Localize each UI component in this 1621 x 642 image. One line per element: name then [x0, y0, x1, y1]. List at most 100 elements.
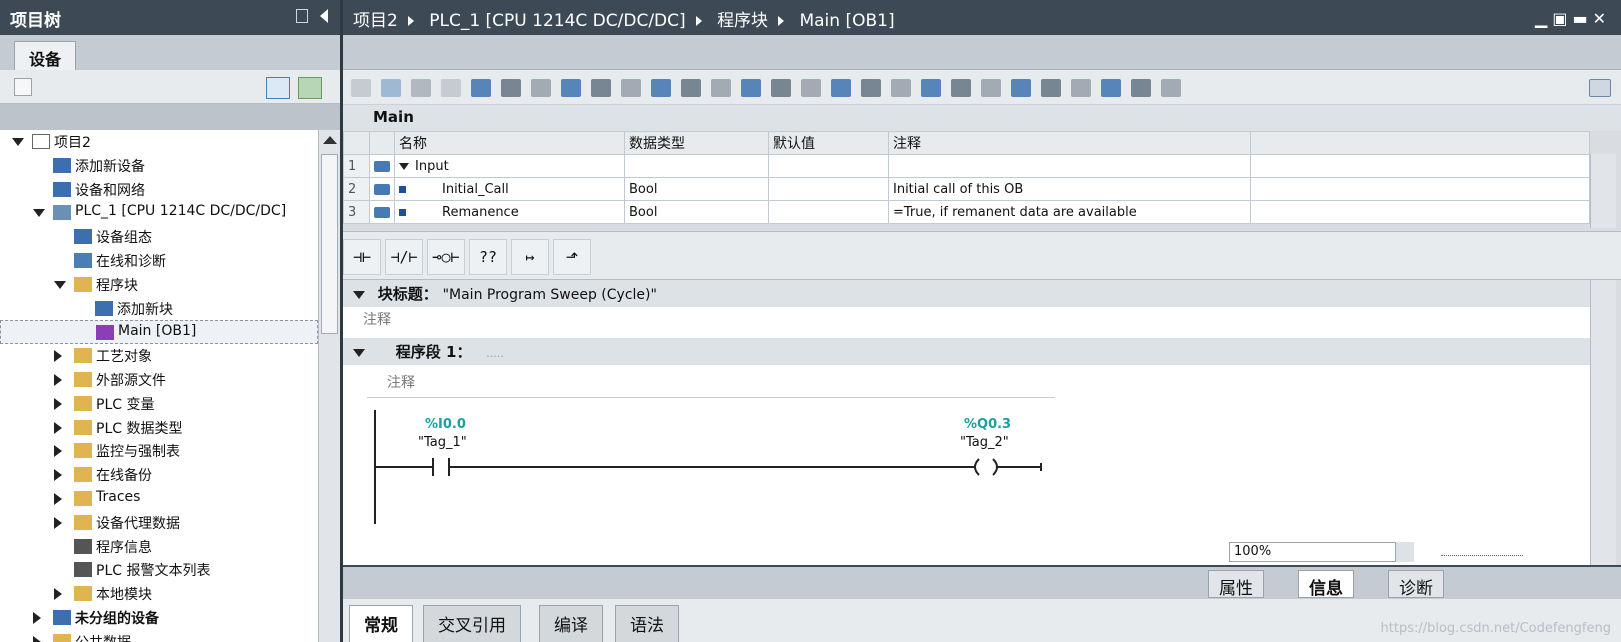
- add-row-icon[interactable]: [441, 79, 461, 97]
- watch-icon[interactable]: [951, 79, 971, 97]
- favorites-icon[interactable]: [621, 79, 641, 97]
- coil-address[interactable]: %Q0.3: [964, 417, 1011, 432]
- col-datatype[interactable]: 数据类型: [624, 131, 769, 155]
- tree-item[interactable]: PLC 变量: [0, 392, 318, 416]
- expand-icon[interactable]: [399, 162, 409, 170]
- coil-left-arc[interactable]: [974, 458, 980, 476]
- list-icon[interactable]: [741, 79, 761, 97]
- interface-scrollbar[interactable]: [1590, 154, 1616, 228]
- breadcrumb-plc[interactable]: PLC_1 [CPU 1214C DC/DC/DC]: [429, 11, 685, 31]
- breadcrumb-project[interactable]: 项目2: [353, 11, 398, 31]
- zoom-slider[interactable]: [1441, 550, 1523, 556]
- monitor-icon[interactable]: [921, 79, 941, 97]
- tree-scrollbar[interactable]: [318, 130, 340, 642]
- tree-item[interactable]: 在线和诊断: [0, 249, 318, 273]
- tab-syntax[interactable]: 语法: [615, 605, 679, 642]
- clear-icon[interactable]: [471, 79, 491, 97]
- zoom-dropdown-icon[interactable]: [1395, 542, 1414, 562]
- tree-item[interactable]: 设备代理数据: [0, 511, 318, 535]
- var-name[interactable]: Remanence: [442, 205, 519, 220]
- collapsed-arrow-icon[interactable]: [54, 421, 62, 434]
- tree-item[interactable]: PLC 数据类型: [0, 416, 318, 440]
- var-type[interactable]: Bool: [624, 177, 769, 201]
- scroll-thumb[interactable]: [321, 154, 338, 334]
- table-row[interactable]: 3 Remanence Bool =True, if remanent data…: [343, 200, 1590, 224]
- tree-item[interactable]: Main [OB1]: [0, 320, 318, 345]
- close-branch-button[interactable]: ⬏: [553, 239, 591, 275]
- var-name[interactable]: Initial_Call: [442, 182, 509, 197]
- tree-item[interactable]: 未分组的设备: [0, 606, 318, 630]
- nc-contact-button[interactable]: ⊣/⊢: [385, 239, 423, 275]
- insert-network-icon[interactable]: [351, 79, 371, 97]
- editor-scrollbar[interactable]: [1590, 280, 1616, 565]
- zoom-select[interactable]: 100%: [1229, 542, 1414, 562]
- sim-icon[interactable]: [1071, 79, 1091, 97]
- coil-tag[interactable]: "Tag_2": [960, 435, 1009, 450]
- collapsed-arrow-icon[interactable]: [33, 635, 41, 642]
- contact-address[interactable]: %I0.0: [425, 417, 466, 432]
- prev-icon[interactable]: [831, 79, 851, 97]
- insert-row-icon[interactable]: [411, 79, 431, 97]
- tree-item[interactable]: PLC 报警文本列表: [0, 558, 318, 582]
- tab-cross-reference[interactable]: 交叉引用: [423, 605, 521, 642]
- contact-tag[interactable]: "Tag_1": [418, 435, 467, 450]
- var-default[interactable]: [768, 154, 889, 178]
- col-default[interactable]: 默认值: [768, 131, 889, 155]
- breadcrumb-program-blocks[interactable]: 程序块: [717, 11, 768, 31]
- tab-info[interactable]: 信息: [1298, 570, 1354, 599]
- coil-right-arc[interactable]: [992, 458, 998, 476]
- var-type[interactable]: [624, 154, 769, 178]
- var-comment[interactable]: =True, if remanent data are available: [888, 200, 1251, 224]
- block-title-value[interactable]: "Main Program Sweep (Cycle)": [443, 287, 657, 303]
- breadcrumb-main[interactable]: Main [OB1]: [799, 11, 894, 31]
- open-branch-button[interactable]: ↦: [511, 239, 549, 275]
- overview-icon[interactable]: [266, 77, 290, 99]
- call-icon[interactable]: [681, 79, 701, 97]
- diag-icon[interactable]: [1101, 79, 1121, 97]
- tree-item[interactable]: 添加新块: [0, 297, 318, 321]
- breakpoint-icon[interactable]: [1131, 79, 1151, 97]
- delete-network-icon[interactable]: [381, 79, 401, 97]
- collapsed-arrow-icon[interactable]: [54, 373, 62, 386]
- tree-item[interactable]: 添加新设备: [0, 154, 318, 178]
- tree-item[interactable]: 本地模块: [0, 582, 318, 606]
- collapsed-arrow-icon[interactable]: [54, 350, 62, 363]
- tree-item[interactable]: 监控与强制表: [0, 439, 318, 463]
- program-overview-icon[interactable]: [561, 79, 581, 97]
- window-controls[interactable]: ▁▣▬✕: [1535, 9, 1611, 28]
- pin-icon[interactable]: [296, 9, 308, 23]
- jump-icon[interactable]: [891, 79, 911, 97]
- collapse-icon[interactable]: [711, 79, 731, 97]
- tab-properties[interactable]: 属性: [1208, 570, 1264, 599]
- no-contact-button[interactable]: ⊣⊢: [343, 239, 381, 275]
- compare-icon[interactable]: [1041, 79, 1061, 97]
- table-row[interactable]: 2 Initial_Call Bool Initial call of this…: [343, 177, 1590, 201]
- col-comment[interactable]: 注释: [888, 131, 1251, 155]
- tree-item[interactable]: 程序信息: [0, 535, 318, 559]
- download-icon[interactable]: [981, 79, 1001, 97]
- tree-item[interactable]: 公共数据: [0, 630, 318, 642]
- var-comment[interactable]: [888, 154, 1251, 178]
- collapse-icon[interactable]: [353, 290, 365, 299]
- goto-icon[interactable]: [801, 79, 821, 97]
- tree-item[interactable]: PLC_1 [CPU 1214C DC/DC/DC]: [0, 201, 318, 225]
- collapsed-arrow-icon[interactable]: [54, 445, 62, 458]
- align-left-icon[interactable]: [501, 79, 521, 97]
- collapsed-arrow-icon[interactable]: [54, 397, 62, 410]
- absolute-address-icon[interactable]: [531, 79, 551, 97]
- tree-item[interactable]: Traces: [0, 487, 318, 511]
- expanded-arrow-icon[interactable]: [54, 280, 66, 289]
- tree-item[interactable]: 工艺对象: [0, 344, 318, 368]
- var-name[interactable]: Input: [415, 159, 449, 174]
- save-icon[interactable]: [298, 77, 322, 99]
- collapsed-arrow-icon[interactable]: [33, 611, 41, 624]
- tab-diagnostics[interactable]: 诊断: [1388, 570, 1444, 599]
- tab-devices[interactable]: 设备: [14, 41, 77, 70]
- tab-compile[interactable]: 编译: [539, 605, 603, 642]
- var-default[interactable]: [768, 200, 889, 224]
- db-icon[interactable]: [1161, 79, 1181, 97]
- network-collapse-icon[interactable]: [353, 348, 365, 357]
- collapsed-arrow-icon[interactable]: [54, 469, 62, 482]
- expanded-arrow-icon[interactable]: [33, 209, 45, 218]
- network-title[interactable]: .....: [486, 347, 503, 360]
